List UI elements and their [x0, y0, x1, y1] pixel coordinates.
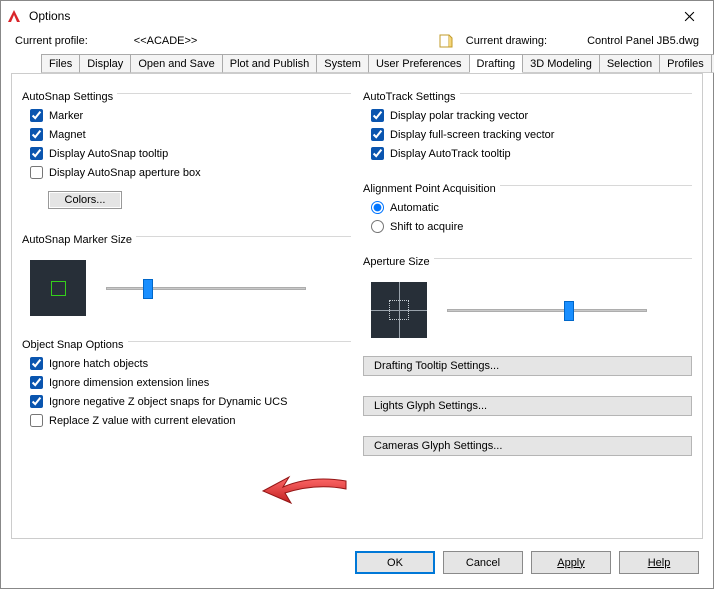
profile-label: Current profile:: [15, 35, 88, 47]
rad-automatic[interactable]: Automatic: [371, 201, 690, 214]
tab-files[interactable]: Files: [41, 54, 80, 73]
cameras-glyph-settings-button[interactable]: Cameras Glyph Settings...: [363, 436, 692, 456]
aperture-size-slider[interactable]: [447, 309, 647, 312]
dialog-button-bar: OK Cancel Apply Help: [1, 539, 713, 588]
drafting-tooltip-settings-button[interactable]: Drafting Tooltip Settings...: [363, 356, 692, 376]
tab-system[interactable]: System: [316, 54, 369, 73]
group-aperture-title: Aperture Size: [363, 256, 434, 268]
colors-button[interactable]: Colors...: [48, 191, 122, 209]
drawing-value: Control Panel JB5.dwg: [587, 35, 699, 47]
options-dialog: Options Current profile: <<ACADE>> Curre…: [0, 0, 714, 589]
tab-user-prefs[interactable]: User Preferences: [368, 54, 470, 73]
rad-shift[interactable]: Shift to acquire: [371, 220, 690, 233]
profile-value: <<ACADE>>: [134, 35, 198, 47]
apply-button[interactable]: Apply: [531, 551, 611, 574]
app-icon: [5, 7, 23, 25]
drawing-label: Current drawing:: [466, 35, 547, 47]
marker-size-slider[interactable]: [106, 287, 306, 290]
ok-button[interactable]: OK: [355, 551, 435, 574]
chk-ignore-hatch[interactable]: Ignore hatch objects: [30, 357, 349, 370]
aperture-preview: [371, 282, 427, 338]
tab-3d-modeling[interactable]: 3D Modeling: [522, 54, 600, 73]
titlebar: Options: [1, 1, 713, 31]
chk-fullscreen-vector[interactable]: Display full-screen tracking vector: [371, 128, 690, 141]
group-autotrack: AutoTrack Settings Display polar trackin…: [363, 84, 692, 166]
dwg-icon: [438, 33, 454, 49]
chk-ignore-dim[interactable]: Ignore dimension extension lines: [30, 376, 349, 389]
settings-buttons: Drafting Tooltip Settings... Lights Glyp…: [363, 356, 692, 456]
group-aperture-size: Aperture Size: [363, 249, 692, 338]
lights-glyph-settings-button[interactable]: Lights Glyph Settings...: [363, 396, 692, 416]
chk-marker[interactable]: Marker: [30, 109, 349, 122]
meta-row: Current profile: <<ACADE>> Current drawi…: [1, 31, 713, 53]
chk-autotrack-tooltip[interactable]: Display AutoTrack tooltip: [371, 147, 690, 160]
group-osnap-title: Object Snap Options: [22, 339, 128, 351]
close-button[interactable]: [669, 2, 709, 30]
right-column: AutoTrack Settings Display polar trackin…: [363, 84, 692, 528]
tab-panel-drafting: AutoSnap Settings Marker Magnet Display …: [11, 73, 703, 539]
group-alignment: Alignment Point Acquisition Automatic Sh…: [363, 176, 692, 239]
left-column: AutoSnap Settings Marker Magnet Display …: [22, 84, 351, 528]
tab-selection[interactable]: Selection: [599, 54, 660, 73]
chk-ignore-negz[interactable]: Ignore negative Z object snaps for Dynam…: [30, 395, 349, 408]
tab-plot-publish[interactable]: Plot and Publish: [222, 54, 318, 73]
tab-profiles[interactable]: Profiles: [659, 54, 712, 73]
help-button[interactable]: Help: [619, 551, 699, 574]
group-alignment-title: Alignment Point Acquisition: [363, 183, 500, 195]
group-autotrack-title: AutoTrack Settings: [363, 91, 460, 103]
group-osnap: Object Snap Options Ignore hatch objects…: [22, 332, 351, 433]
dialog-title: Options: [29, 9, 663, 23]
tab-strip: Files Display Open and Save Plot and Pub…: [31, 53, 703, 73]
chk-autosnap-aperture[interactable]: Display AutoSnap aperture box: [30, 166, 349, 179]
chk-polar-vector[interactable]: Display polar tracking vector: [371, 109, 690, 122]
group-autosnap-title: AutoSnap Settings: [22, 91, 117, 103]
tab-display[interactable]: Display: [79, 54, 131, 73]
marker-preview: [30, 260, 86, 316]
group-marker-size: AutoSnap Marker Size: [22, 227, 351, 316]
group-autosnap: AutoSnap Settings Marker Magnet Display …: [22, 84, 351, 217]
chk-replace-z[interactable]: Replace Z value with current elevation: [30, 414, 349, 427]
chk-magnet[interactable]: Magnet: [30, 128, 349, 141]
chk-autosnap-tooltip[interactable]: Display AutoSnap tooltip: [30, 147, 349, 160]
cancel-button[interactable]: Cancel: [443, 551, 523, 574]
tab-drafting[interactable]: Drafting: [469, 54, 524, 73]
tab-open-save[interactable]: Open and Save: [130, 54, 222, 73]
group-marker-size-title: AutoSnap Marker Size: [22, 234, 136, 246]
